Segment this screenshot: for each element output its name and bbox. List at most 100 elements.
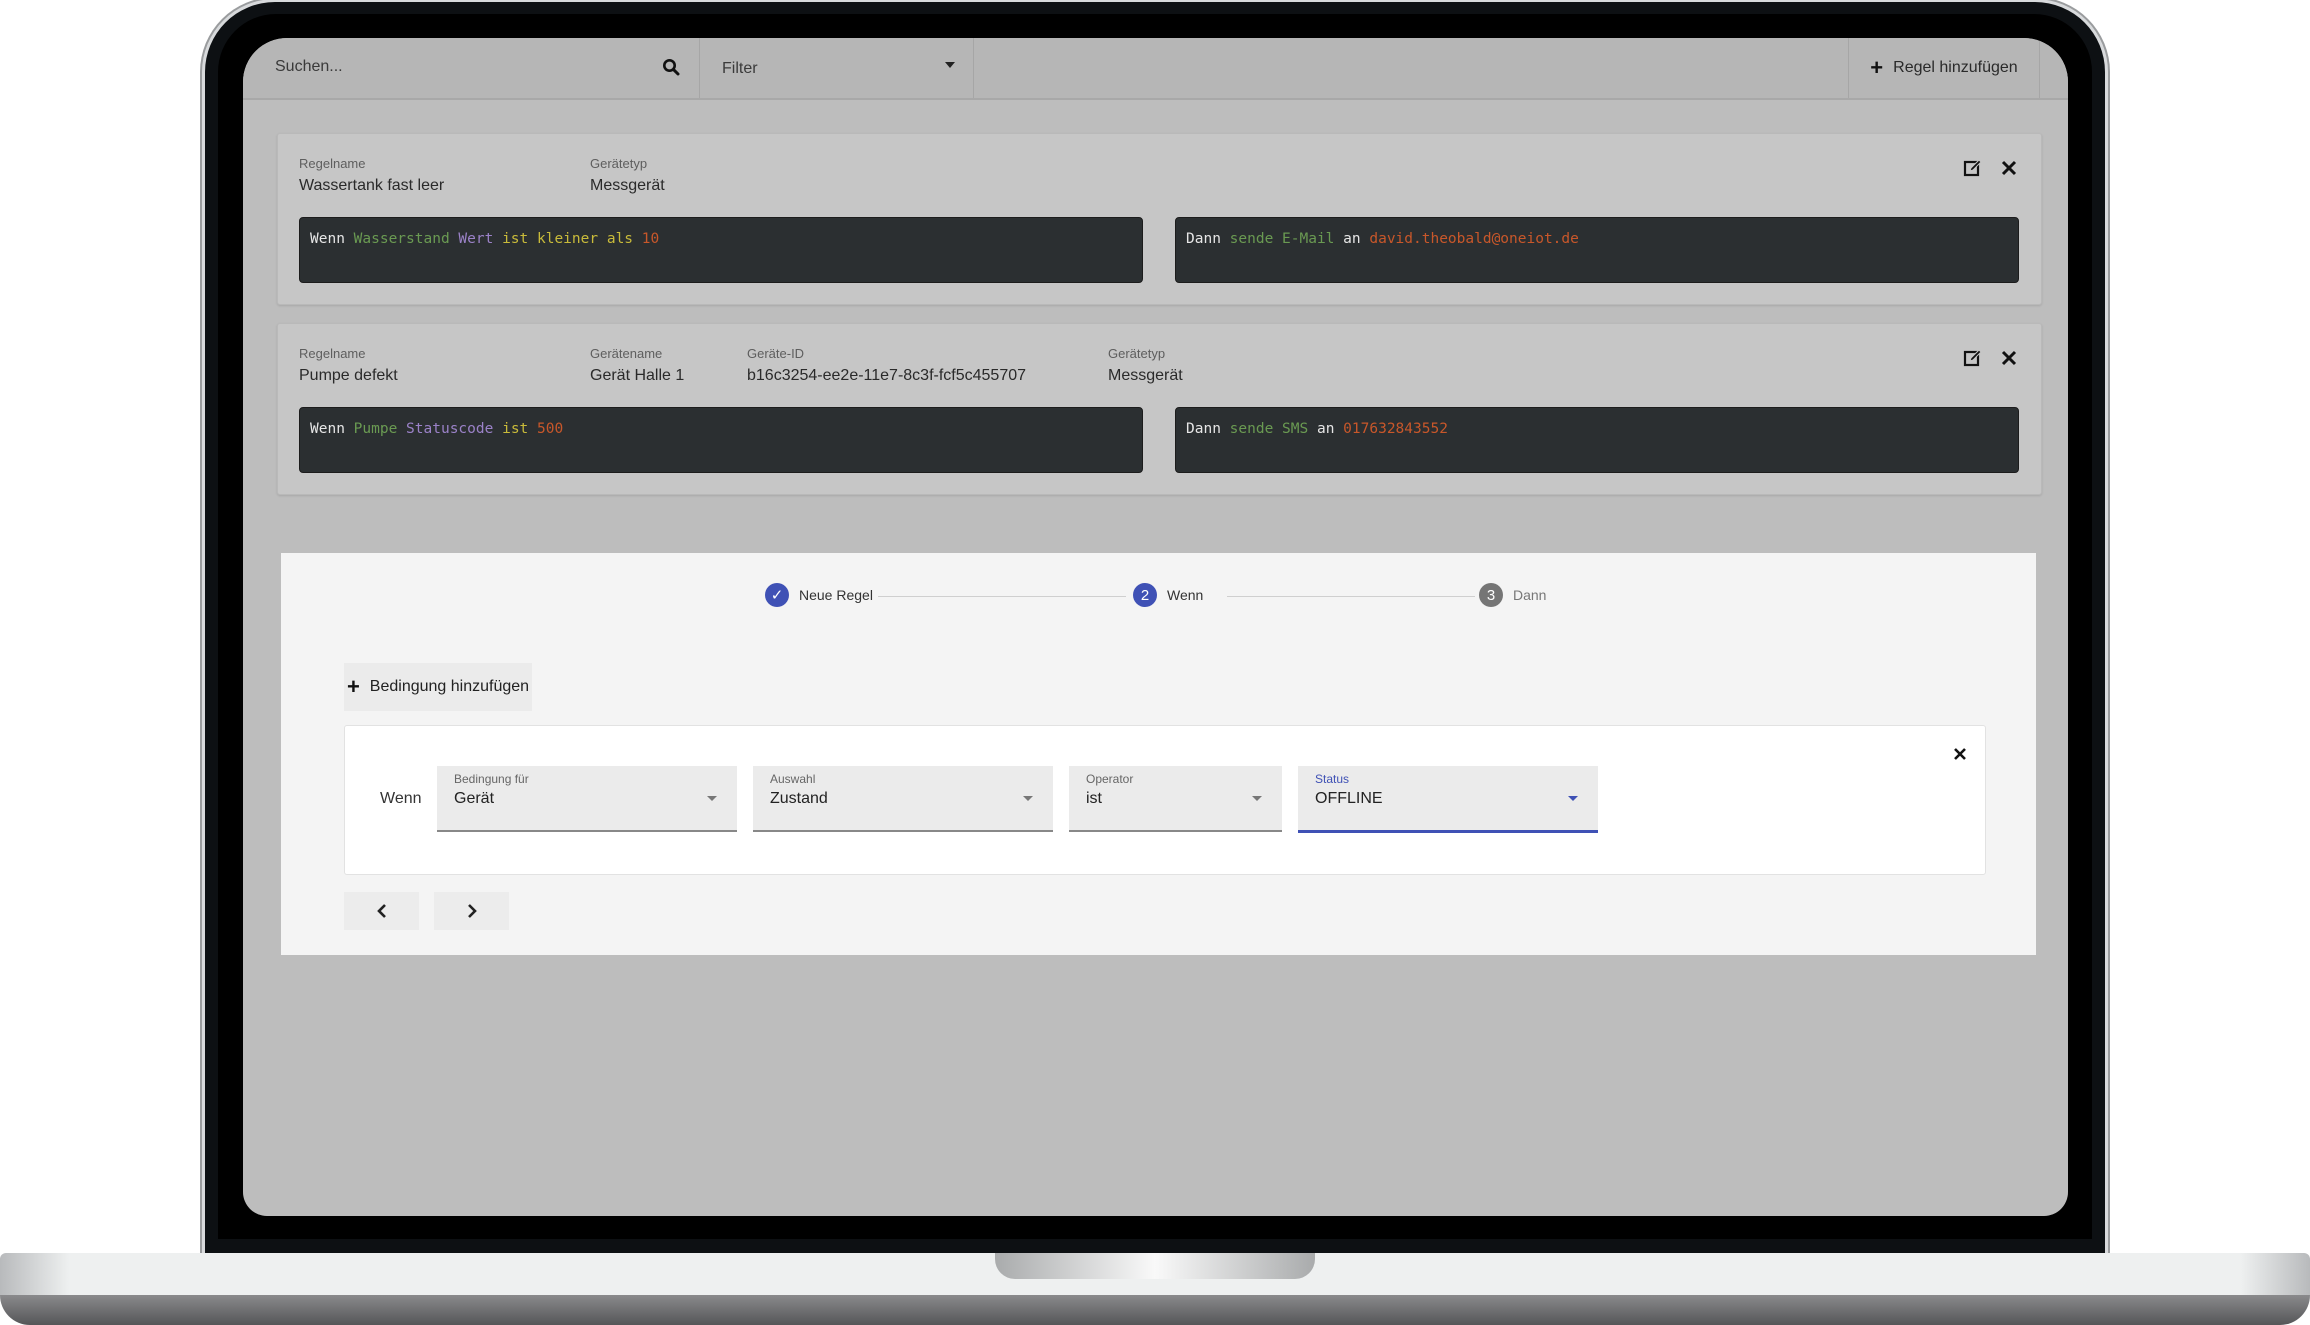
field-label: Gerätename	[590, 346, 663, 361]
delete-icon[interactable]	[1999, 158, 2019, 178]
edit-icon[interactable]	[1963, 348, 1983, 368]
step-number: 3	[1479, 583, 1503, 607]
step-neue-regel[interactable]: ✓ Neue Regel	[765, 583, 873, 607]
field-value: Messgerät	[590, 177, 665, 194]
code-token: an	[1343, 231, 1361, 247]
filter-label: Filter	[722, 60, 758, 77]
code-token: an	[1316, 421, 1335, 437]
code-token: sende SMS	[1229, 421, 1309, 437]
add-condition-button[interactable]: + Bedingung hinzufügen	[344, 663, 532, 711]
delete-icon[interactable]	[1999, 348, 2019, 368]
laptop-notch	[995, 1253, 1315, 1279]
edit-icon[interactable]	[1963, 158, 1983, 178]
rule-field: Geräte-ID b16c3254-ee2e-11e7-8c3f-fcf5c4…	[747, 346, 1026, 385]
step-connector	[1227, 596, 1475, 597]
field-label: Gerätetyp	[590, 156, 648, 171]
code-line: Dann sende SMS an 017632843552	[1186, 421, 1448, 437]
condition-row: Wenn Bedingung für Gerät Auswahl Zustand…	[344, 725, 1986, 875]
previous-button[interactable]	[344, 892, 419, 930]
code-line: Dann sende E-Mail an david.theobald@onei…	[1186, 231, 1579, 247]
field-value: Wassertank fast leer	[299, 177, 445, 194]
stepper: ✓ Neue Regel 2 Wenn 3 Dann	[281, 583, 2036, 611]
action-code: Dann sende E-Mail an david.theobald@onei…	[1175, 217, 2019, 283]
rule-field: Gerätetyp Messgerät	[590, 156, 665, 195]
chevron-left-icon	[376, 904, 386, 918]
code-token: 017632843552	[1343, 421, 1448, 437]
add-rule-button[interactable]: + Regel hinzufügen	[1848, 38, 2040, 98]
add-condition-label: Bedingung hinzufügen	[369, 678, 530, 695]
field-value: Messgerät	[1108, 367, 1183, 384]
code-token: Wert	[458, 231, 494, 247]
card-actions	[1963, 348, 2019, 368]
select-label: Operator	[1086, 772, 1134, 786]
step-dann[interactable]: 3 Dann	[1479, 583, 1546, 607]
caret-down-icon	[1023, 796, 1033, 801]
rule-field: Regelname Wassertank fast leer	[299, 156, 444, 195]
caret-down-icon	[945, 62, 955, 68]
add-rule-label: Regel hinzufügen	[1893, 59, 2018, 76]
remove-condition-icon[interactable]	[1952, 746, 1968, 762]
code-token: Wenn	[310, 421, 345, 437]
select-auswahl[interactable]: Auswahl Zustand	[753, 766, 1053, 832]
rule-field: Regelname Pumpe defekt	[299, 346, 398, 385]
rule-card: Regelname Wassertank fast leer Gerätetyp…	[277, 133, 2042, 305]
field-label: Regelname	[299, 156, 366, 171]
select-label: Status	[1315, 772, 1350, 786]
filter-dropdown[interactable]: Filter	[700, 38, 974, 98]
field-label: Gerätetyp	[1108, 346, 1166, 361]
select-status[interactable]: Status OFFLINE	[1298, 766, 1598, 833]
plus-icon: +	[346, 674, 360, 699]
code-token: Wenn	[310, 231, 345, 247]
code-token: 10	[641, 231, 660, 247]
code-token: 500	[537, 421, 564, 437]
card-actions	[1963, 158, 2019, 178]
code-token: Wasserstand	[353, 231, 450, 247]
code-token: Pumpe	[353, 421, 398, 437]
condition-prefix: Wenn	[380, 790, 422, 807]
toolbar: Suchen... Filter + Regel hinzufügen	[243, 38, 2068, 100]
code-line: Wenn Pumpe Statuscode ist 500	[310, 421, 563, 437]
rule-field: Gerätetyp Messgerät	[1108, 346, 1183, 385]
search-input[interactable]: Suchen...	[243, 38, 700, 98]
step-label: Wenn	[1167, 587, 1204, 603]
step-label: Neue Regel	[799, 587, 873, 603]
step-connector	[878, 596, 1126, 597]
field-value: b16c3254-ee2e-11e7-8c3f-fcf5c455707	[747, 367, 1027, 384]
screen: Suchen... Filter + Regel hinzufügen Rege…	[243, 38, 2068, 1216]
select-value: OFFLINE	[1315, 790, 1383, 807]
laptop-base-bottom	[0, 1295, 2310, 1325]
field-label: Geräte-ID	[747, 346, 805, 361]
select-bedingung-fuer[interactable]: Bedingung für Gerät	[437, 766, 737, 832]
next-button[interactable]	[434, 892, 509, 930]
caret-down-icon	[1252, 796, 1262, 801]
step-label: Dann	[1513, 587, 1547, 603]
caret-down-icon	[1568, 796, 1578, 801]
select-value: ist	[1086, 790, 1102, 807]
rule-field: Gerätename Gerät Halle 1	[590, 346, 684, 385]
code-token: david.theobald@oneiot.de	[1369, 231, 1579, 247]
search-icon[interactable]	[662, 58, 680, 76]
field-value: Gerät Halle 1	[590, 367, 685, 384]
select-value: Gerät	[454, 790, 495, 807]
code-token: sende E-Mail	[1229, 231, 1335, 247]
code-token: Statuscode	[406, 421, 494, 437]
code-token: ist kleiner als	[502, 231, 634, 247]
select-label: Auswahl	[770, 772, 816, 786]
step-number: 2	[1133, 583, 1157, 607]
laptop-base	[0, 1253, 2310, 1325]
condition-code: Wenn Pumpe Statuscode ist 500	[299, 407, 1143, 473]
rule-card: Regelname Pumpe defekt Gerätename Gerät …	[277, 323, 2042, 495]
code-token: ist	[502, 421, 529, 437]
code-line: Wenn Wasserstand Wert ist kleiner als 10	[310, 231, 659, 247]
step-wenn[interactable]: 2 Wenn	[1133, 583, 1203, 607]
condition-code: Wenn Wasserstand Wert ist kleiner als 10	[299, 217, 1143, 283]
new-rule-wizard: ✓ Neue Regel 2 Wenn 3 Dann + Bedingung h…	[281, 553, 2036, 955]
chevron-right-icon	[467, 904, 477, 918]
check-icon: ✓	[765, 583, 789, 607]
select-operator[interactable]: Operator ist	[1069, 766, 1282, 832]
caret-down-icon	[707, 796, 717, 801]
plus-icon: +	[1870, 55, 1884, 80]
field-label: Regelname	[299, 346, 366, 361]
code-token: Dann	[1186, 421, 1221, 437]
action-code: Dann sende SMS an 017632843552	[1175, 407, 2019, 473]
